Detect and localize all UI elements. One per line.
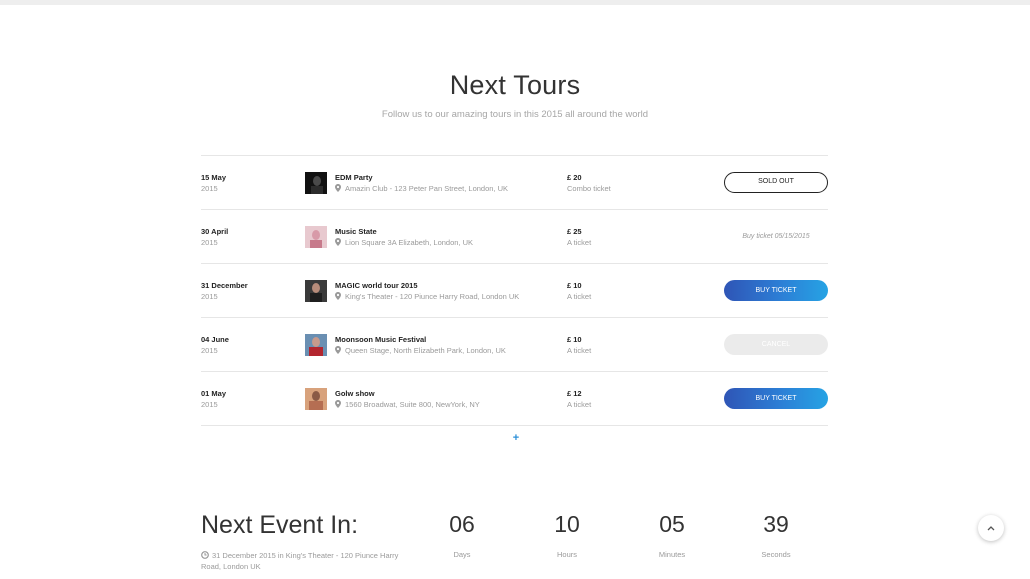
tour-price: £ 10 [567, 281, 582, 290]
countdown-minutes-value: 05 [659, 511, 685, 537]
tour-venue-text: 1560 Broadwat, Suite 800, NewYork, NY [345, 400, 480, 409]
tour-list: 15 May 2015 EDM Party Amazin Club - 123 … [201, 155, 828, 426]
tour-date-day: 31 December [201, 281, 248, 290]
tour-price-type: A ticket [567, 238, 592, 247]
tour-row: 01 May 2015 Golw show 1560 Broadwat, Sui… [201, 371, 828, 426]
map-pin-icon [335, 400, 341, 408]
map-pin-icon [335, 184, 341, 192]
tour-row: 04 June 2015 Moonsoon Music Festival Que… [201, 317, 828, 371]
top-bar [0, 0, 1030, 5]
countdown-seconds-value: 39 [763, 511, 789, 537]
tour-thumbnail[interactable] [305, 172, 327, 194]
section-title: Next Tours [449, 70, 581, 100]
countdown-hours-label: Hours [556, 550, 577, 559]
tour-date-day: 04 June [201, 335, 229, 344]
tour-thumbnail[interactable] [305, 226, 327, 248]
page: Next Tours Follow us to our amazing tour… [0, 0, 1030, 579]
chevron-up-icon [987, 526, 995, 531]
tour-venue: King's Theater - 120 Piunce Harry Road, … [335, 292, 519, 301]
section-subtitle: Follow us to our amazing tours in this 2… [381, 109, 649, 120]
next-event-info: 31 December 2015 in King's Theater - 120… [201, 550, 411, 572]
tour-venue: Lion Square 3A Elizabeth, London, UK [335, 238, 473, 247]
tour-price: £ 12 [567, 389, 582, 398]
map-pin-icon [335, 292, 341, 300]
tour-event-name[interactable]: MAGIC world tour 2015 [335, 281, 418, 290]
map-pin-icon [335, 238, 341, 246]
countdown-hours-value: 10 [554, 511, 580, 537]
tour-price: £ 25 [567, 227, 582, 236]
cancel-button[interactable]: CANCEL [724, 334, 828, 355]
tour-date-day: 30 April [201, 227, 229, 236]
tour-price-type: A ticket [567, 346, 592, 355]
buy-ticket-button[interactable]: BUY TICKET [724, 388, 828, 409]
tour-venue-text: King's Theater - 120 Piunce Harry Road, … [345, 292, 520, 301]
scroll-to-top-button[interactable] [978, 515, 1004, 541]
tour-price-type: Combo ticket [567, 184, 611, 193]
map-pin-icon [335, 346, 341, 354]
tour-date-day: 15 May [201, 173, 227, 182]
tour-venue-text: Queen Stage, North Elizabeth Park, Londo… [345, 346, 506, 355]
tour-venue: Queen Stage, North Elizabeth Park, Londo… [335, 346, 506, 355]
tour-row: 15 May 2015 EDM Party Amazin Club - 123 … [201, 155, 828, 209]
tour-price: £ 10 [567, 335, 582, 344]
tour-venue-text: Amazin Club - 123 Peter Pan Street, Lond… [345, 184, 509, 193]
tour-event-name[interactable]: EDM Party [335, 173, 373, 182]
plus-icon[interactable]: + [509, 431, 523, 445]
buy-ticket-button[interactable]: BUY TICKET [724, 280, 828, 301]
tour-event-name[interactable]: Golw show [335, 389, 375, 398]
tour-event-name[interactable]: Moonsoon Music Festival [335, 335, 426, 344]
countdown-days-value: 06 [449, 511, 475, 537]
tour-date-year: 2015 [201, 292, 218, 301]
countdown-days-label: Days [453, 550, 471, 559]
next-event-title: Next Event In: [201, 511, 359, 539]
tour-thumbnail[interactable] [305, 334, 327, 356]
tour-venue: 1560 Broadwat, Suite 800, NewYork, NY [335, 400, 480, 409]
tour-price-type: A ticket [567, 292, 592, 301]
tour-price-type: A ticket [567, 400, 592, 409]
buy-ticket-date-note: Buy ticket 05/15/2015 [742, 233, 810, 240]
tour-venue-text: Lion Square 3A Elizabeth, London, UK [345, 238, 474, 247]
next-event-info-text: 31 December 2015 in King's Theater - 120… [201, 551, 399, 571]
tour-date-year: 2015 [201, 400, 218, 409]
tour-row: 31 December 2015 MAGIC world tour 2015 K… [201, 263, 828, 317]
countdown-seconds-label: Seconds [761, 550, 791, 559]
tour-date-year: 2015 [201, 238, 218, 247]
tour-thumbnail[interactable] [305, 388, 327, 410]
tour-venue: Amazin Club - 123 Peter Pan Street, Lond… [335, 184, 508, 193]
tour-date-year: 2015 [201, 184, 218, 193]
tour-date-day: 01 May [201, 389, 227, 398]
clock-icon [201, 551, 209, 559]
tour-date-year: 2015 [201, 346, 218, 355]
countdown-minutes-label: Minutes [658, 550, 686, 559]
tour-event-name[interactable]: Music State [335, 227, 377, 236]
tour-thumbnail[interactable] [305, 280, 327, 302]
tour-row: 30 April 2015 Music State Lion Square 3A… [201, 209, 828, 263]
tour-price: £ 20 [567, 173, 582, 182]
sold-out-button[interactable]: SOLD OUT [724, 172, 828, 193]
